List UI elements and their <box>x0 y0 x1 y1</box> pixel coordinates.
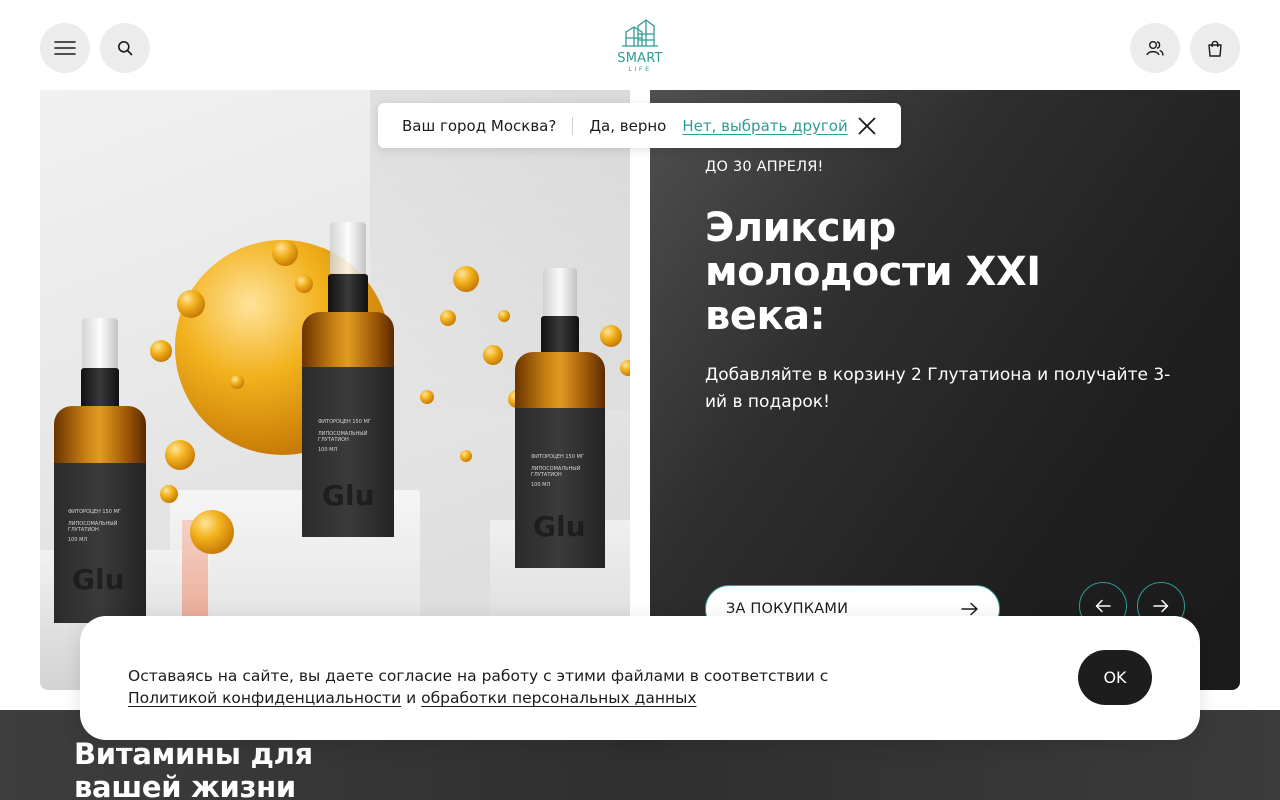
section-title: Витамины для вашей жизни <box>74 737 313 800</box>
arrow-left-icon <box>1095 599 1111 613</box>
logo[interactable]: SMART LIFE <box>612 18 668 78</box>
search-button[interactable] <box>100 23 150 73</box>
divider <box>572 116 574 135</box>
promo-banner: ДО 30 АПРЕЛЯ! Эликсир молодости XXI века… <box>650 90 1240 690</box>
cookie-banner: Оставаясь на сайте, вы даете согласие на… <box>80 616 1200 740</box>
city-name: Москва? <box>490 116 557 135</box>
logo-text: SMART <box>617 51 663 66</box>
menu-icon <box>54 41 76 55</box>
city-question: Ваш город Москва? <box>402 116 557 135</box>
shop-button-label: ЗА ПОКУПКАМИ <box>726 601 849 617</box>
logo-icon <box>622 19 658 47</box>
arrow-right-icon <box>961 602 978 616</box>
personal-data-link[interactable]: обработки персональных данных <box>421 689 696 707</box>
logo-subtext: LIFE <box>628 65 652 73</box>
city-confirm-popup: Ваш город Москва? Да, верно Нет, выбрать… <box>378 103 901 148</box>
promo-description: Добавляйте в корзину 2 Глутатиона и полу… <box>705 365 1171 412</box>
arrow-right-icon <box>1153 599 1169 613</box>
cart-icon <box>1208 40 1222 57</box>
city-change-link[interactable]: Нет, выбрать другой <box>682 117 847 135</box>
promo-title: Эликсир молодости XXI века: <box>705 205 1041 339</box>
cookie-text: Оставаясь на сайте, вы даете согласие на… <box>128 667 829 707</box>
close-icon <box>858 117 876 134</box>
product-bottle: ФИТОРОЦЕН 150 МГ ЛИПОСОМАЛЬНЫЙ ГЛУТАТИОН… <box>515 268 605 568</box>
menu-button[interactable] <box>40 23 90 73</box>
search-icon <box>118 41 133 56</box>
cookie-ok-button[interactable]: OK <box>1078 650 1152 705</box>
site-header: SMART LIFE <box>0 0 1280 90</box>
account-button[interactable] <box>1130 23 1180 73</box>
cart-button[interactable] <box>1190 23 1240 73</box>
city-confirm-button[interactable]: Да, верно <box>589 117 666 135</box>
product-bottle: ФИТОРОЦЕН 150 МГ ЛИПОСОМАЛЬНЫЙ ГЛУТАТИОН… <box>302 222 394 537</box>
promo-date: ДО 30 АПРЕЛЯ! <box>705 159 824 175</box>
close-button[interactable] <box>857 116 877 136</box>
product-bottle: ФИТОРОЦЕН 150 МГ ЛИПОСОМАЛЬНЫЙ ГЛУТАТИОН… <box>54 318 146 623</box>
user-icon <box>1146 41 1164 56</box>
promo-product-image: ФИТОРОЦЕН 150 МГ ЛИПОСОМАЛЬНЫЙ ГЛУТАТИОН… <box>40 90 630 690</box>
privacy-policy-link[interactable]: Политикой конфиденциальности <box>128 689 401 707</box>
